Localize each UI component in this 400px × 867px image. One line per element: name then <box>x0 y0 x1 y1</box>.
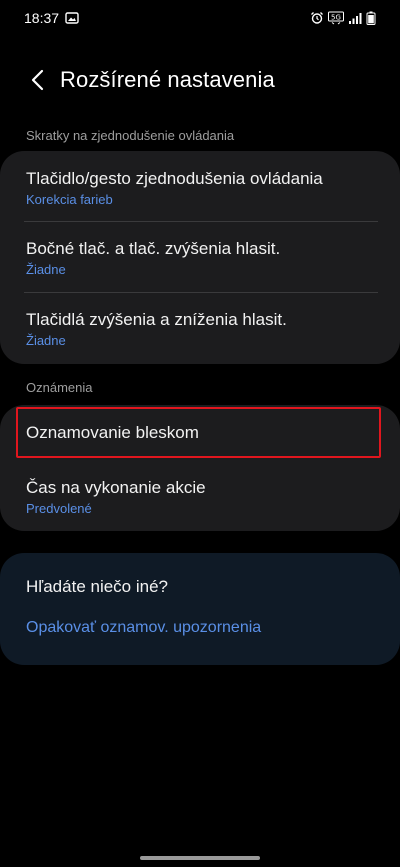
screen: 18:37 5G Rozšírené nastavenia Skratky na… <box>0 0 400 867</box>
page-title: Rozšírené nastavenia <box>60 67 275 92</box>
back-button[interactable] <box>16 58 60 102</box>
row-title: Tlačidlo/gesto zjednodušenia ovládania <box>26 169 323 188</box>
gallery-icon <box>65 11 79 25</box>
section-label-shortcuts: Skratky na zjednodušenie ovládania <box>26 128 235 143</box>
alarm-icon <box>310 11 324 25</box>
row-title: Tlačidlá zvýšenia a zníženia hlasit. <box>26 310 287 329</box>
chevron-left-icon <box>31 69 44 91</box>
repeat-notification-alerts-link[interactable]: Opakovať oznamov. upozornenia <box>26 619 374 637</box>
header: Rozšírené nastavenia <box>0 58 400 102</box>
status-time: 18:37 <box>24 10 60 26</box>
battery-icon <box>366 11 376 25</box>
status-bar: 18:37 5G <box>0 0 400 36</box>
row-subtitle: Korekcia farieb <box>26 192 113 207</box>
5g-label: 5G <box>331 14 341 22</box>
looking-for-something-else-card: Hľadáte niečo iné? Opakovať oznamov. upo… <box>0 553 400 665</box>
status-left: 18:37 <box>24 10 79 26</box>
row-accessibility-button[interactable]: Tlačidlo/gesto zjednodušenia ovládania K… <box>0 151 400 222</box>
row-subtitle: Žiadne <box>26 262 66 277</box>
row-side-volume-up[interactable]: Bočné tlač. a tlač. zvýšenia hlasit. Žia… <box>0 222 400 293</box>
row-flash-notification[interactable]: Oznamovanie bleskom <box>0 405 400 461</box>
row-volume-up-down[interactable]: Tlačidlá zvýšenia a zníženia hlasit. Žia… <box>0 293 400 364</box>
row-title: Čas na vykonanie akcie <box>26 478 206 497</box>
row-subtitle: Predvolené <box>26 501 92 516</box>
section-label-notifications: Oznámenia <box>26 380 93 395</box>
search-card-title: Hľadáte niečo iné? <box>26 577 169 596</box>
gesture-nav-handle[interactable] <box>140 856 260 860</box>
row-title: Bočné tlač. a tlač. zvýšenia hlasit. <box>26 239 281 258</box>
row-subtitle: Žiadne <box>26 333 66 348</box>
status-right: 5G <box>310 11 376 25</box>
card-shortcuts: Tlačidlo/gesto zjednodušenia ovládania K… <box>0 151 400 364</box>
row-title: Oznamovanie bleskom <box>26 423 199 442</box>
signal-icon <box>348 11 362 25</box>
card-notifications: Oznamovanie bleskom Čas na vykonanie akc… <box>0 405 400 531</box>
row-time-to-take-action[interactable]: Čas na vykonanie akcie Predvolené <box>0 461 400 531</box>
5g-icon: 5G <box>328 11 344 25</box>
